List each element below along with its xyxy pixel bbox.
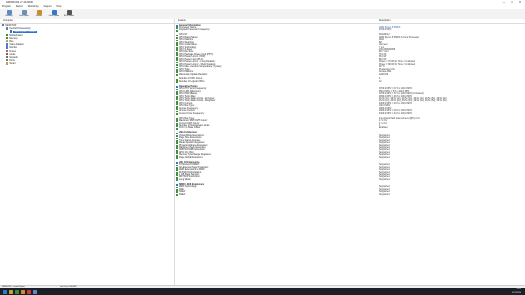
taskbar: 16:52 01/12/2024 [0, 288, 525, 295]
property-icon [176, 193, 178, 196]
feature-column-header[interactable]: Feature [178, 19, 186, 23]
column-header: Feature Description [175, 19, 525, 24]
taskbar-app-icon[interactable] [3, 289, 7, 294]
taskbar-app-icon[interactable] [15, 289, 19, 294]
toolbar-button-label: Driver Update [48, 15, 60, 17]
toolbar-button-label: Save Report [19, 15, 29, 17]
feature-cell: SSE3: [179, 193, 186, 196]
toolbar-button-label: Summary [5, 15, 13, 17]
tree-item[interactable]: Smart [0, 62, 174, 65]
device-tree-panel: Computer DESKTOP Central Processor(s) AMD … [0, 19, 175, 285]
property-row[interactable]: SSE3: Supported [175, 194, 525, 196]
tree-header-label: Computer [3, 20, 14, 22]
toolbar-button-bios-update[interactable]: BIOS Update [62, 10, 76, 18]
details-panel: Feature Description General Information P… [175, 19, 525, 285]
taskbar-app-icon[interactable] [21, 289, 25, 294]
taskbar-app-icon[interactable] [9, 289, 13, 294]
toolbar-button-save-report[interactable]: Save Report [17, 10, 31, 18]
toolbar-button-driver-update[interactable]: Driver Update [47, 10, 61, 18]
description-column-header[interactable]: Description [379, 19, 391, 23]
system-tray-clock[interactable]: 16:52 01/12/2024 [512, 288, 521, 295]
clock-date: 01/12/2024 [512, 291, 521, 294]
tree-item-label: Smart [9, 63, 16, 66]
toolbar-button-summary[interactable]: Summary [2, 10, 16, 18]
window-title: HWiNFO64 v7.40-5000 [6, 1, 33, 4]
toolbar-button-label: Sensors [35, 15, 43, 17]
taskbar-app-icon[interactable] [33, 289, 37, 294]
taskbar-app-icon[interactable] [27, 289, 31, 294]
toolbar-button-label: BIOS Update [64, 15, 74, 17]
description-cell: Supported [379, 193, 390, 196]
toolbar-button-sensors[interactable]: Sensors [32, 10, 46, 18]
